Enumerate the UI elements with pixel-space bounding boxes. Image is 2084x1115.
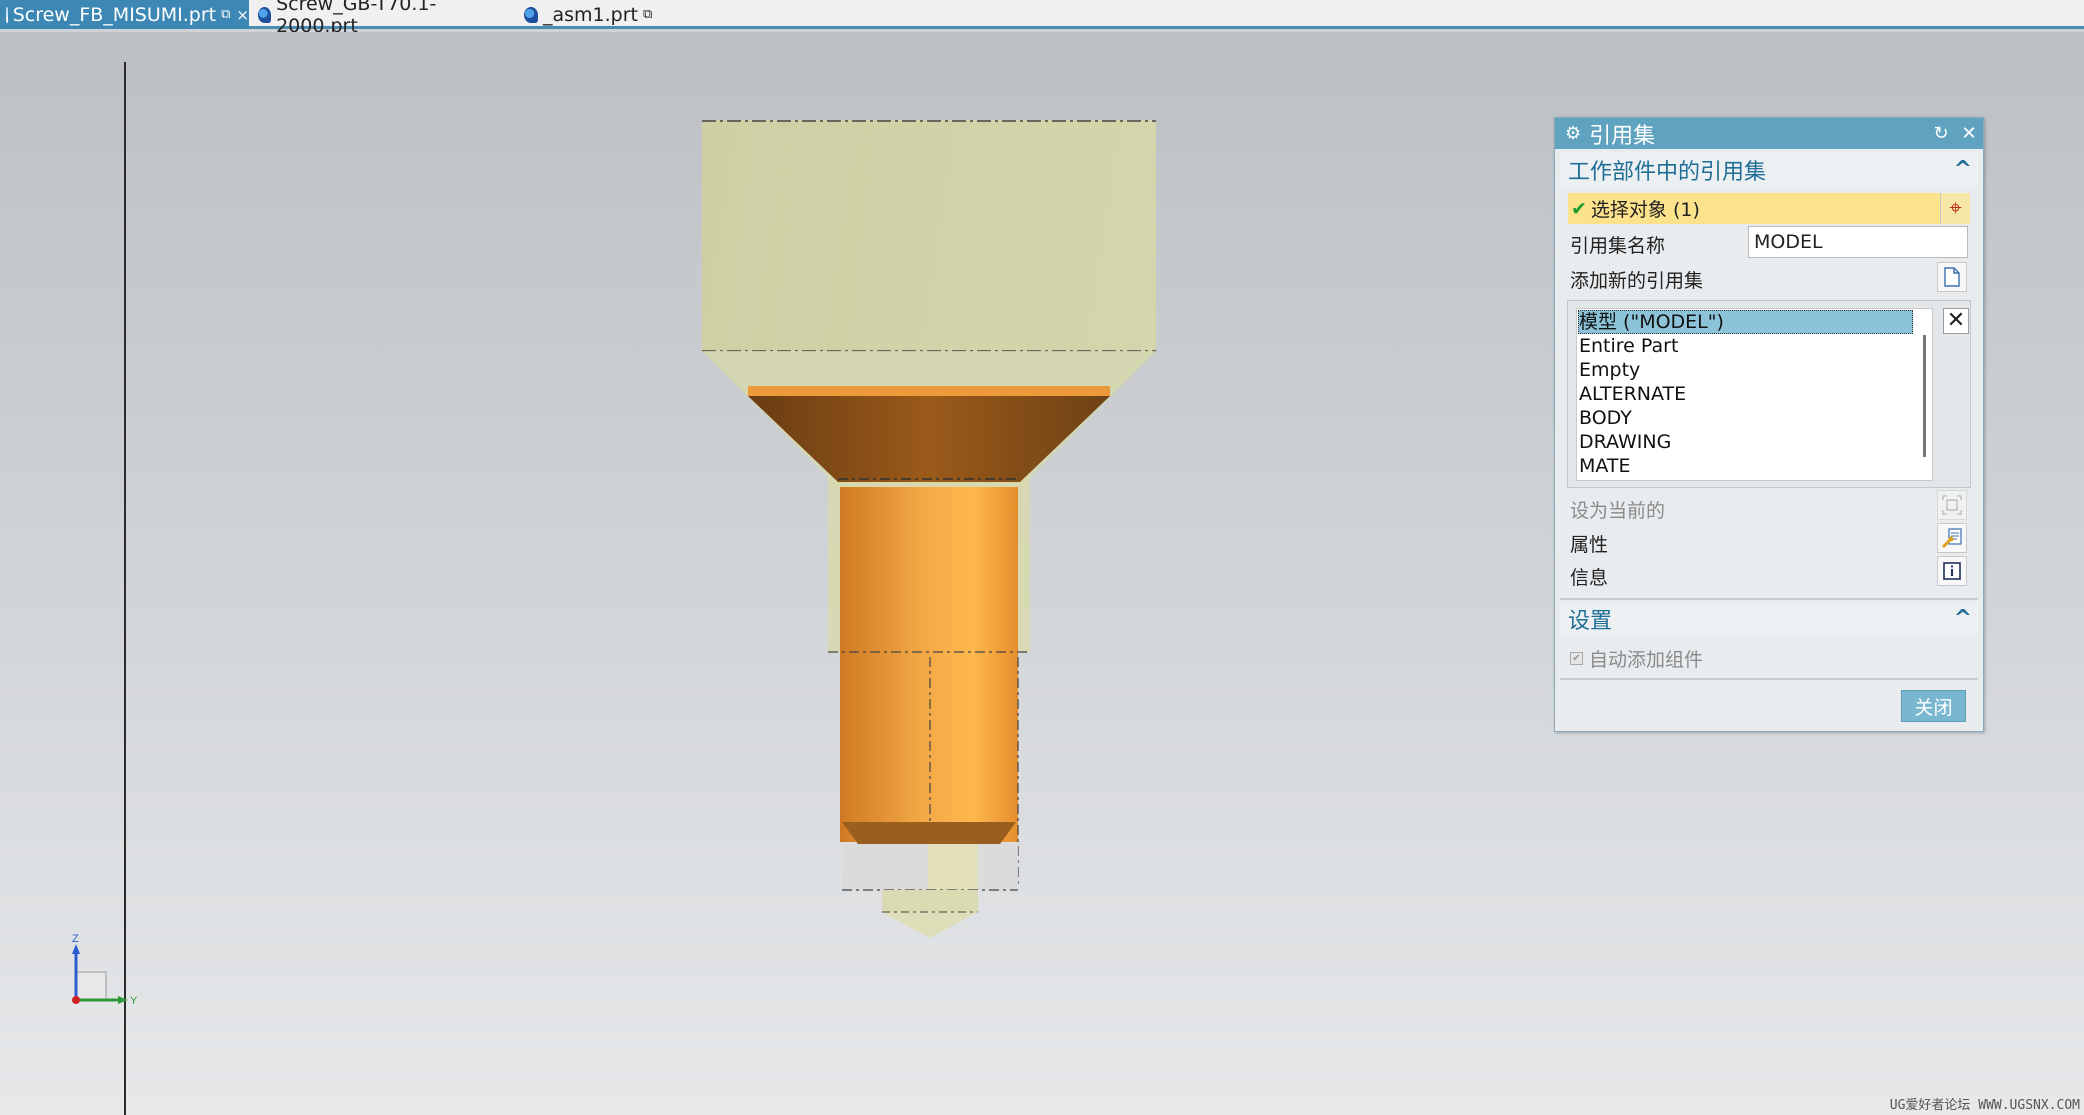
close-icon[interactable]: ✕: [1955, 123, 1983, 144]
info-icon: [1943, 562, 1961, 580]
list-item-body[interactable]: BODY: [1578, 406, 1913, 430]
screw-head-rim: [748, 386, 1110, 396]
reference-set-dialog: ⚙ 引用集 ↻ ✕ 工作部件中的引用集 ^ ✔ 选择对象 (1) ⌖ 引用集名称…: [1554, 117, 1984, 732]
section-divider: [1560, 678, 1978, 680]
properties-button[interactable]: [1937, 523, 1967, 553]
dialog-title: 引用集: [1589, 123, 1656, 149]
refset-list-frame: 模型 ("MODEL") Entire Part Empty ALTERNATE…: [1567, 300, 1971, 488]
section-refsets-title: 工作部件中的引用集: [1568, 160, 1767, 185]
list-item-mate[interactable]: MATE: [1578, 454, 1913, 478]
set-current-icon: [1942, 495, 1962, 515]
add-refset-button[interactable]: [1937, 262, 1967, 292]
chevron-up-icon[interactable]: ^: [1954, 157, 1972, 182]
properties-label: 属性: [1570, 534, 1609, 556]
set-current-button[interactable]: [1937, 490, 1967, 520]
info-label: 信息: [1570, 567, 1609, 589]
tab-label: _asm1.prt: [543, 3, 638, 26]
reset-icon[interactable]: ↻: [1927, 123, 1955, 144]
select-objects-row[interactable]: ✔ 选择对象 (1) ⌖: [1568, 193, 1970, 224]
tab-modified-icon: ⧉: [643, 7, 653, 22]
properties-icon: [1941, 528, 1962, 549]
close-button[interactable]: 关闭: [1901, 690, 1966, 722]
set-current-label: 设为当前的: [1570, 500, 1666, 522]
list-scrollbar[interactable]: [1923, 335, 1926, 457]
section-refsets-header[interactable]: 工作部件中的引用集 ^: [1560, 153, 1978, 187]
list-item-drawing[interactable]: DRAWING: [1578, 430, 1913, 454]
document-tab-bar: Screw_FB_MISUMI.prt ⧉ × Screw_GB-T70.1-2…: [0, 0, 2084, 37]
add-new-refset-label: 添加新的引用集: [1570, 270, 1704, 292]
list-item-model[interactable]: 模型 ("MODEL"): [1578, 310, 1913, 334]
tab-close-icon[interactable]: ×: [236, 6, 249, 24]
gear-icon[interactable]: ⚙: [1565, 123, 1581, 144]
part-file-icon: [6, 6, 8, 23]
tab-asm1[interactable]: _asm1.prt ⧉: [518, 0, 658, 29]
delete-refset-button[interactable]: ✕: [1943, 308, 1969, 334]
list-item-alternate[interactable]: ALTERNATE: [1578, 382, 1913, 406]
ghost-tip: [882, 890, 978, 912]
auto-add-components-label: 自动添加组件: [1589, 649, 1704, 671]
tab-screw-gb-t70[interactable]: Screw_GB-T70.1-2000.prt: [252, 0, 502, 37]
tab-modified-icon: ⧉: [221, 7, 231, 22]
crosshair-icon[interactable]: ⌖: [1940, 193, 1970, 224]
refset-name-label: 引用集名称: [1570, 235, 1666, 257]
chevron-up-icon[interactable]: ^: [1954, 606, 1972, 631]
wcs-triad: Z Y: [72, 933, 138, 1007]
checkmark-icon: ✔: [1571, 197, 1587, 220]
section-settings-title: 设置: [1568, 609, 1613, 634]
list-item-empty[interactable]: Empty: [1578, 358, 1913, 382]
forum-watermark: UG爱好者论坛 WWW.UGSNX.COM: [1889, 1098, 2080, 1113]
new-document-icon: [1944, 267, 1960, 287]
refset-listbox[interactable]: 模型 ("MODEL") Entire Part Empty ALTERNATE…: [1576, 308, 1933, 481]
select-objects-label: 选择对象 (1): [1590, 199, 1700, 221]
dialog-title-bar[interactable]: ⚙ 引用集 ↻ ✕: [1555, 118, 1983, 149]
axis-y-label: Y: [130, 995, 138, 1007]
section-settings-header[interactable]: 设置 ^: [1560, 602, 1978, 636]
tab-label: Screw_FB_MISUMI.prt: [12, 3, 217, 26]
list-item-entire-part[interactable]: Entire Part: [1578, 334, 1913, 358]
section-divider: [1560, 598, 1978, 600]
screw-shank: [840, 487, 1018, 842]
checkbox-icon: ✔: [1570, 652, 1583, 665]
refset-name-field[interactable]: [1748, 226, 1968, 258]
screw-tip-chamfer: [842, 822, 1016, 844]
part-file-icon: [258, 6, 272, 23]
axis-z-label: Z: [72, 933, 79, 945]
part-file-icon: [524, 6, 538, 23]
screw-head-cone: [748, 396, 1110, 482]
ghost-head-cylinder: [702, 120, 1156, 351]
info-button[interactable]: [1937, 556, 1967, 586]
tab-screw-fb-misumi[interactable]: Screw_FB_MISUMI.prt ⧉ ×: [0, 0, 249, 29]
auto-add-components-checkbox[interactable]: ✔ 自动添加组件: [1570, 645, 1703, 672]
